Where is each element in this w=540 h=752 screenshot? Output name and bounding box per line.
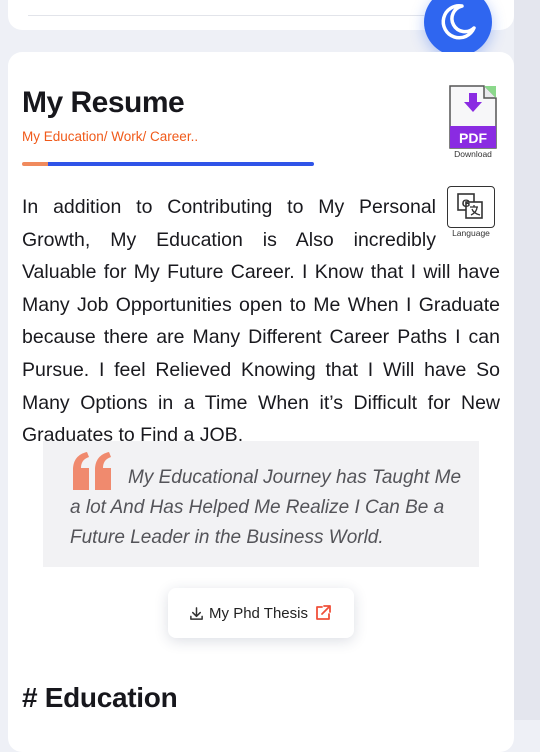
pdf-download-button[interactable]: PDF Download [446, 84, 500, 160]
quote-text-block: My Educational Journey has Taught Me a l… [70, 463, 462, 552]
theme-toggle-button[interactable] [424, 0, 492, 56]
phd-thesis-button[interactable]: My Phd Thesis [168, 588, 354, 638]
education-heading: # Education [22, 682, 178, 713]
title-underline [22, 162, 314, 166]
quote-text: My Educational Journey has Taught Me a l… [70, 467, 462, 548]
external-link-icon [316, 605, 331, 620]
resume-paragraph-block: In addition to Contributing to My Person… [22, 191, 500, 452]
icon-clearance [436, 191, 500, 251]
pdf-download-icon: PDF [449, 85, 497, 149]
page-subtitle: My Education/ Work/ Career.. [22, 129, 199, 144]
moon-icon [441, 4, 476, 40]
pdf-badge: PDF [459, 130, 487, 146]
page-scroll-strip [514, 0, 540, 720]
phd-thesis-label: My Phd Thesis [209, 604, 308, 622]
download-icon [190, 606, 203, 620]
page-title: My Resume [22, 86, 185, 119]
download-caption: Download [454, 149, 492, 159]
divider [28, 15, 424, 16]
resume-paragraph: In addition to Contributing to My Person… [22, 196, 500, 447]
